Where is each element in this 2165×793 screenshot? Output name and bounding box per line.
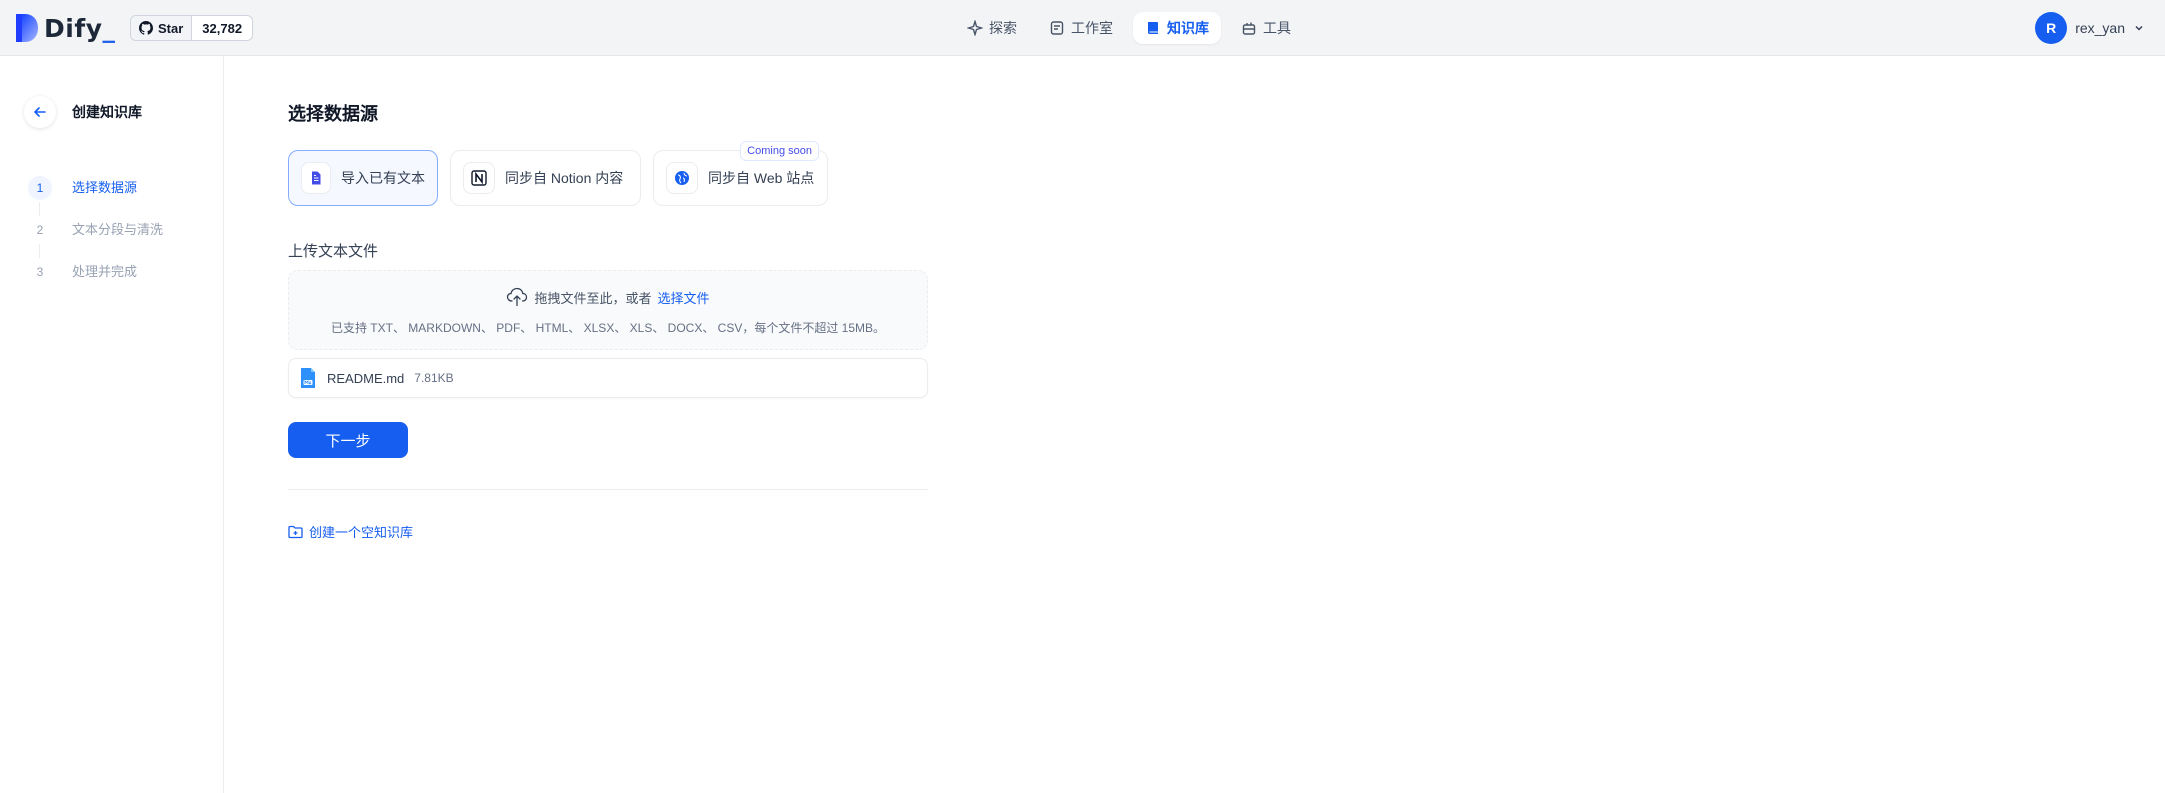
file-size: 7.81KB: [414, 371, 454, 385]
dropzone-text: 拖拽文件至此，或者: [534, 290, 652, 306]
user-menu[interactable]: R rex_yan: [2035, 12, 2145, 44]
step-list: 1 选择数据源 2 文本分段与清洗 3 处理并完成: [28, 176, 163, 302]
dropzone-hint: 已支持 TXT、 MARKDOWN、 PDF、 HTML、 XLSX、 XLS、…: [330, 321, 886, 335]
steps-sidebar: 创建知识库 1 选择数据源 2 文本分段与清洗 3 处理并完成: [0, 56, 224, 793]
logo-text: Dify_: [44, 13, 116, 43]
github-star-button[interactable]: Star: [131, 16, 193, 40]
notion-icon: [463, 162, 495, 194]
step-label: 选择数据源: [72, 180, 138, 195]
coming-soon-badge: Coming soon: [740, 141, 819, 161]
source-web-label: 同步自 Web 站点: [708, 170, 815, 186]
github-star-label: Star: [158, 20, 184, 36]
github-icon: [139, 21, 153, 35]
step-label: 处理并完成: [72, 264, 138, 279]
toolbox-icon: [1242, 22, 1256, 35]
dify-logo[interactable]: Dify_: [16, 12, 116, 44]
nav-tools[interactable]: 工具: [1229, 12, 1303, 44]
page-title: 选择数据源: [288, 104, 378, 124]
markdown-file-icon: [301, 368, 315, 388]
step-number: 2: [36, 223, 44, 237]
book-icon: [1148, 22, 1158, 34]
arrow-left-icon: [33, 107, 46, 117]
step-select-source: 1 选择数据源: [28, 176, 163, 218]
dropzone-prompt: 拖拽文件至此，或者 选择文件: [289, 287, 927, 307]
step-process-finish: 3 处理并完成: [28, 260, 163, 302]
source-import-text[interactable]: 导入已有文本: [288, 150, 438, 206]
step-connector: [39, 244, 40, 258]
back-button[interactable]: [24, 96, 56, 128]
chevron-down-icon: [2135, 25, 2143, 31]
step-segment-clean: 2 文本分段与清洗: [28, 218, 163, 260]
studio-icon: [1050, 21, 1064, 35]
user-name: rex_yan: [2075, 20, 2125, 36]
globe-icon: [666, 162, 698, 194]
nav-explore-label: 探索: [989, 20, 1017, 36]
step-connector: [39, 202, 40, 216]
github-star-widget[interactable]: Star 32,782: [130, 15, 254, 41]
upload-cloud-icon: [507, 287, 528, 307]
nav-knowledge[interactable]: 知识库: [1133, 12, 1221, 44]
sidebar-title: 创建知识库: [72, 104, 142, 120]
source-notion[interactable]: 同步自 Notion 内容: [450, 150, 641, 206]
back-header: 创建知识库: [24, 96, 142, 128]
folder-plus-icon: [288, 525, 303, 538]
source-import-text-label: 导入已有文本: [341, 170, 425, 186]
data-source-options: 导入已有文本 同步自 Notion 内容 Coming soon 同步自 Web…: [288, 141, 828, 206]
step-number: 3: [36, 265, 44, 279]
step-number: 1: [28, 176, 52, 200]
source-notion-label: 同步自 Notion 内容: [505, 170, 624, 186]
top-header: Dify_ Star 32,782 探索 工作室 知识库 工具 R rex_ya…: [0, 0, 2165, 56]
create-empty-knowledge-label: 创建一个空知识库: [309, 525, 414, 540]
create-empty-knowledge-link[interactable]: 创建一个空知识库: [288, 522, 413, 541]
section-divider: [288, 489, 928, 490]
nav-tools-label: 工具: [1263, 20, 1291, 36]
select-file-link[interactable]: 选择文件: [658, 288, 710, 307]
nav-studio[interactable]: 工作室: [1037, 12, 1125, 44]
nav-explore[interactable]: 探索: [955, 12, 1029, 44]
github-star-count[interactable]: 32,782: [192, 16, 252, 40]
avatar: R: [2035, 12, 2068, 44]
nav-knowledge-label: 知识库: [1167, 20, 1209, 36]
file-dropzone[interactable]: 拖拽文件至此，或者 选择文件 已支持 TXT、 MARKDOWN、 PDF、 H…: [288, 270, 928, 350]
step-label: 文本分段与清洗: [72, 222, 164, 237]
uploaded-file-item[interactable]: README.md 7.81KB: [288, 358, 928, 398]
nav-studio-label: 工作室: [1071, 20, 1113, 36]
file-text-icon: [301, 162, 331, 194]
next-step-button[interactable]: 下一步: [288, 422, 408, 458]
dify-logo-icon: [16, 14, 38, 42]
compass-icon: [967, 20, 983, 36]
upload-section-title: 上传文本文件: [288, 243, 379, 260]
file-name: README.md: [327, 370, 405, 386]
main-nav: 探索 工作室 知识库 工具: [955, 12, 1303, 44]
source-web[interactable]: Coming soon 同步自 Web 站点: [653, 141, 828, 206]
